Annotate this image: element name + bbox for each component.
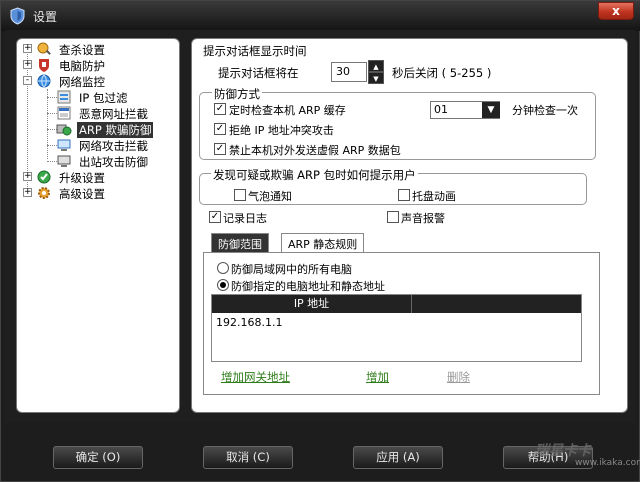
tree-item-label: 电脑防护 (59, 59, 105, 73)
title-bar[interactable]: 设置 x (1, 1, 640, 31)
dialog-time-suffix: 秒后关闭 ( 5-255 ) (392, 66, 492, 80)
add-link[interactable]: 增加 (366, 369, 389, 385)
scope-specified-radio[interactable] (217, 279, 229, 291)
close-button[interactable]: x (598, 2, 634, 20)
log-checkbox[interactable]: ✓ (209, 211, 221, 223)
timer-check-label: 定时检查本机 ARP 缓存 (229, 104, 346, 117)
log-label: 记录日志 (223, 212, 267, 225)
spin-up-icon[interactable]: ▲ (368, 60, 384, 72)
ok-button[interactable]: 确定 (O) (53, 446, 143, 469)
interval-suffix: 分钟检查一次 (512, 104, 578, 117)
cancel-button[interactable]: 取消 (C) (203, 446, 293, 469)
computer-protection-icon (39, 59, 49, 72)
tree-item-label: 升级设置 (59, 171, 105, 185)
block-fake-checkbox[interactable]: ✓ (214, 143, 226, 155)
timer-check-checkbox[interactable]: ✓ (214, 103, 226, 115)
delete-link[interactable]: 删除 (447, 369, 470, 385)
tray-label: 托盘动画 (412, 190, 456, 203)
ip-table-header: IP 地址 (212, 295, 581, 313)
expand-icon[interactable]: + (23, 188, 32, 197)
add-gateway-link[interactable]: 增加网关地址 (221, 369, 290, 385)
expand-icon[interactable]: + (23, 44, 32, 53)
tree-item-label: 高级设置 (59, 187, 105, 201)
table-row[interactable]: 192.168.1.1 (216, 316, 282, 329)
reject-conflict-label: 拒绝 IP 地址冲突攻击 (229, 124, 334, 137)
upgrade-settings-icon (37, 170, 51, 184)
tree-item-label: 网络监控 (59, 75, 105, 89)
tab-defense-scope[interactable]: 防御范围 (211, 233, 269, 253)
outbound-attack-icon (57, 155, 71, 167)
network-attack-icon (57, 139, 71, 151)
reject-conflict-checkbox[interactable]: ✓ (214, 123, 226, 135)
extra-column-header[interactable] (413, 295, 581, 313)
tab-arp-static-rules[interactable]: ARP 静态规则 (281, 233, 365, 253)
ip-table[interactable]: IP 地址 192.168.1.1 (211, 294, 582, 362)
expand-icon[interactable]: + (23, 60, 32, 69)
tree-item-label: ARP 欺骗防御 (77, 122, 154, 138)
tree-item-label: IP 包过滤 (79, 91, 128, 105)
bubble-checkbox[interactable] (234, 189, 246, 201)
tree-item-label: 网络攻击拦截 (79, 139, 148, 153)
network-monitor-icon (37, 74, 51, 88)
sound-label: 声音报警 (401, 212, 445, 225)
settings-tree: + 查杀设置 + 电脑防护 - 网络监控 IP 包过滤 恶意网址拦截 ARP 欺… (16, 38, 180, 413)
notify-heading: 发现可疑或欺骗 ARP 包时如何提示用户 (211, 167, 418, 183)
scope-all-radio[interactable] (217, 262, 229, 274)
tree-line (47, 89, 48, 159)
collapse-icon[interactable]: - (23, 76, 32, 85)
chevron-down-icon[interactable]: ▼ (482, 102, 500, 118)
dialog-time-prefix: 提示对话框将在 (218, 66, 299, 80)
apply-button[interactable]: 应用 (A) (353, 446, 443, 469)
expand-icon[interactable]: + (23, 172, 32, 181)
block-fake-label: 禁止本机对外发送虚假 ARP 数据包 (229, 144, 401, 157)
tray-checkbox[interactable] (398, 189, 410, 201)
tree-item-label: 出站攻击防御 (79, 155, 148, 169)
spin-down-icon[interactable]: ▼ (368, 72, 384, 84)
ip-column-header[interactable]: IP 地址 (212, 295, 412, 313)
scan-settings-icon (37, 42, 51, 55)
scope-specified-label: 防御指定的电脑地址和静态地址 (231, 280, 385, 293)
tree-item-label: 查杀设置 (59, 43, 105, 57)
watermark-url: www.ikaka.com (575, 458, 640, 468)
window-title: 设置 (33, 10, 58, 24)
dialog-time-spinner[interactable]: ▲ ▼ (368, 60, 384, 84)
dialog-time-input[interactable]: 30 (331, 62, 367, 82)
watermark-logo: 瑞星卡卡 (535, 443, 591, 459)
arp-defense-icon (56, 124, 72, 136)
tree-item-label: 恶意网址拦截 (79, 107, 148, 121)
bubble-label: 气泡通知 (248, 190, 292, 203)
defense-heading: 防御方式 (212, 86, 262, 102)
advanced-settings-icon (38, 187, 50, 199)
ip-filter-icon (57, 90, 71, 104)
shield-app-icon (10, 7, 25, 25)
dialog-time-heading: 提示对话框显示时间 (203, 44, 307, 58)
sound-checkbox[interactable] (387, 211, 399, 223)
scope-all-label: 防御局域网中的所有电脑 (231, 263, 352, 276)
malicious-url-icon (57, 106, 71, 120)
